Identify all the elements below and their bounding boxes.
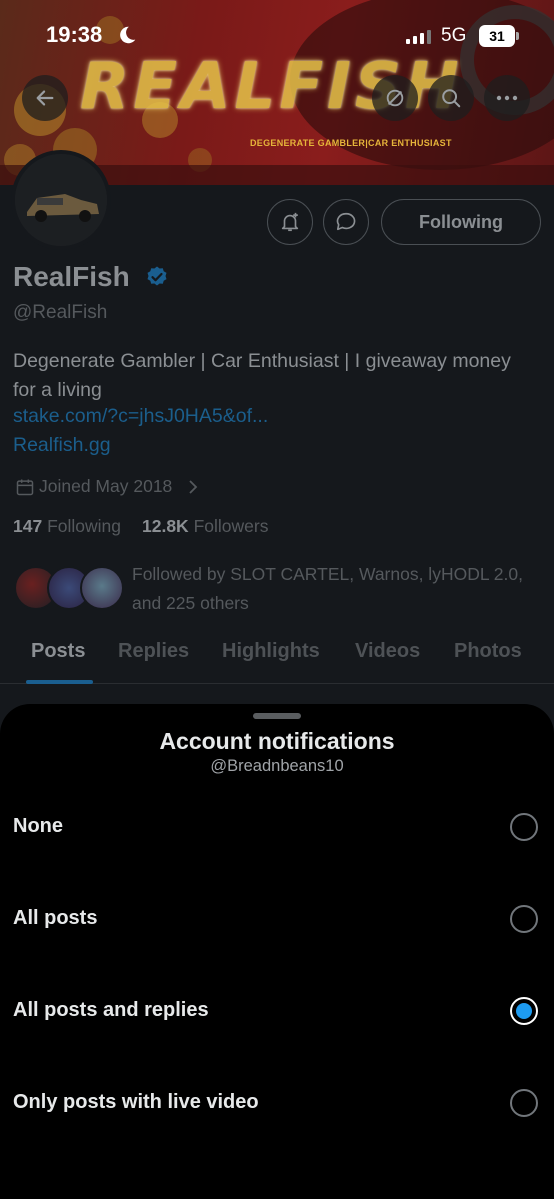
tab-highlights[interactable]: Highlights [222,640,320,663]
following-stat[interactable]: 147 Following [13,516,121,537]
profile-avatar[interactable] [11,150,111,250]
search-icon [442,89,461,108]
signal-icon [406,30,431,44]
radio-button[interactable] [510,813,538,841]
network-type: 5G [441,25,467,46]
following-button[interactable]: Following [381,199,541,245]
profile-link-website[interactable]: Realfish.gg [13,434,111,457]
active-tab-indicator [26,680,93,684]
verified-badge-icon[interactable] [145,265,169,289]
message-button[interactable] [323,199,369,245]
option-label: None [13,815,63,837]
back-arrow-icon [36,90,54,106]
avatar [80,566,124,610]
option-none[interactable]: None [0,793,554,863]
sheet-subtitle: @Breadnbeans10 [210,757,344,775]
option-label: All posts and replies [13,999,209,1021]
followed-by-text[interactable]: Followed by SLOT CARTEL, Warnos, lyHODL … [132,560,552,618]
search-button[interactable] [428,75,474,121]
mute-icon [386,89,404,107]
avatar-car-image [15,154,107,246]
more-icon [496,95,518,101]
profile-handle: @RealFish [13,302,108,323]
followers-label: Followers [193,516,269,536]
sheet-title: Account notifications [159,728,395,754]
option-live-video-only[interactable]: Only posts with live video [0,1069,554,1139]
tab-videos[interactable]: Videos [355,640,420,663]
mute-button[interactable] [372,75,418,121]
message-icon [336,212,356,231]
back-button[interactable] [22,75,68,121]
notifications-bell-button[interactable] [267,199,313,245]
tab-posts[interactable]: Posts [31,640,85,663]
option-label: Only posts with live video [13,1091,259,1113]
tab-photos[interactable]: Photos [454,640,522,663]
bell-plus-icon [281,212,299,232]
radio-button[interactable] [510,1089,538,1117]
radio-button-selected[interactable] [510,997,538,1025]
sheet-drag-handle[interactable] [253,713,301,719]
following-count: 147 [13,516,43,536]
followers-stat[interactable]: 12.8K Followers [142,516,268,537]
profile-bio: Degenerate Gambler | Car Enthusiast | I … [13,350,511,401]
moon-icon [120,26,136,44]
account-notifications-sheet: Account notifications @Breadnbeans10 Non… [0,704,554,1199]
option-all-posts[interactable]: All posts [0,885,554,955]
radio-button[interactable] [510,905,538,933]
status-bar: 19:38 5G 31 [0,20,554,54]
chevron-right-icon[interactable] [186,477,200,497]
status-time: 19:38 [46,22,103,47]
followers-count: 12.8K [142,516,189,536]
joined-date: Joined May 2018 [39,476,173,496]
banner-tagline: DEGENERATE GAMBLER|CAR ENTHUSIAST [250,138,452,148]
profile-name: RealFish [13,261,130,292]
profile-tabs: Posts Replies Highlights Videos Photos [0,634,554,684]
option-label: All posts [13,907,98,929]
following-label: Following [47,516,122,536]
calendar-icon [16,479,34,496]
tab-replies[interactable]: Replies [118,640,189,663]
mutual-followers-avatars[interactable] [14,563,124,613]
profile-link-stake[interactable]: stake.com/?c=jhsJ0HA5&of... [13,405,268,428]
more-options-button[interactable] [484,75,530,121]
option-all-posts-and-replies[interactable]: All posts and replies [0,977,554,1047]
battery-indicator: 31 [479,25,519,47]
